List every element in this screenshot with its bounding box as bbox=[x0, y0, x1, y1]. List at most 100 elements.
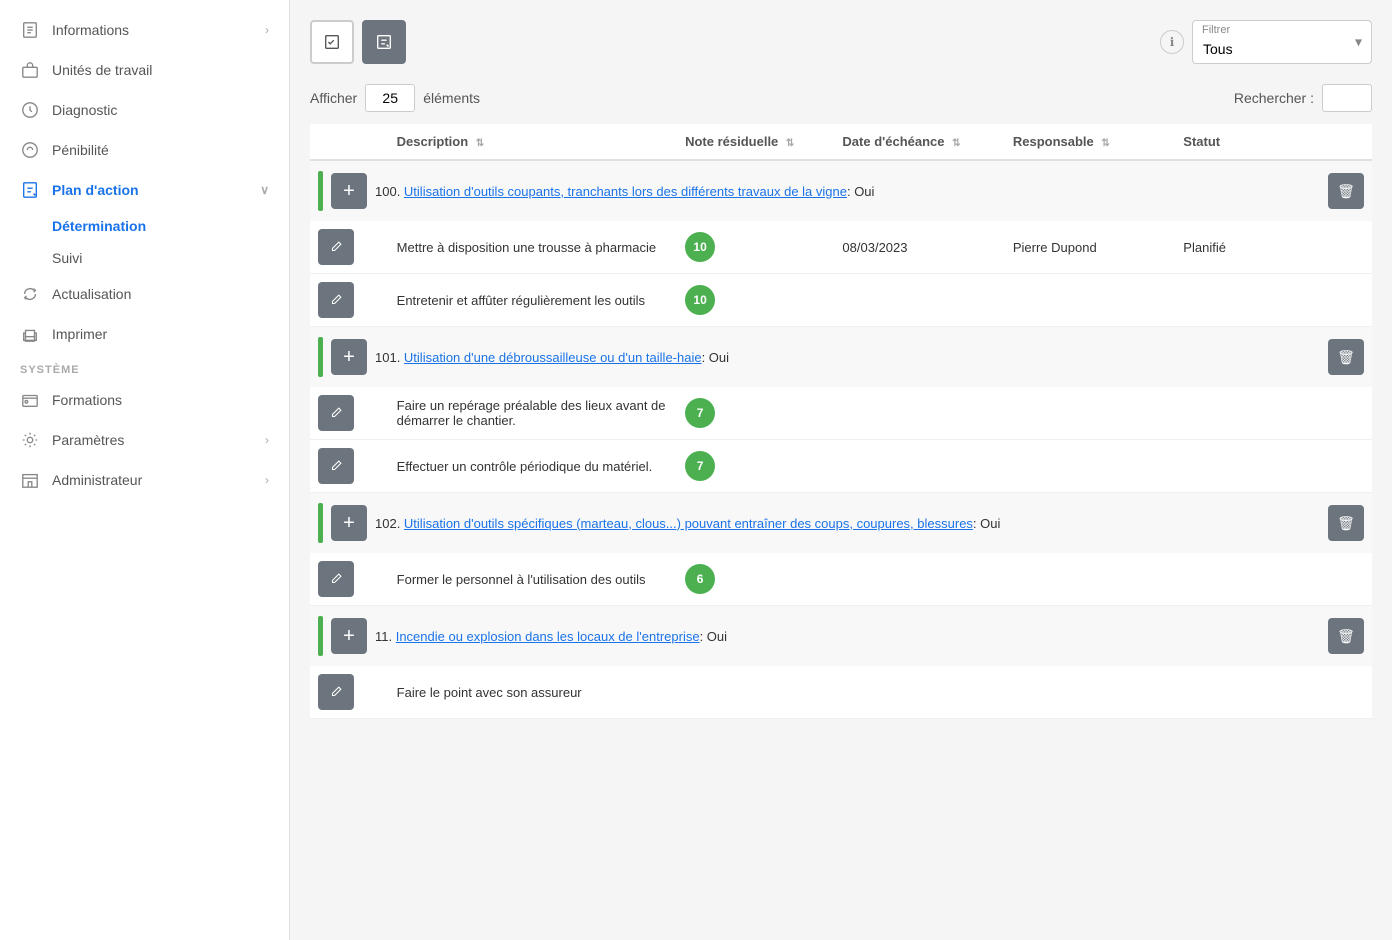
sidebar-item-label: Imprimer bbox=[52, 326, 107, 342]
statut-cell bbox=[1175, 440, 1306, 493]
date-cell bbox=[834, 387, 1004, 440]
description-cell: Faire un repérage préalable des lieux av… bbox=[389, 387, 677, 440]
chevron-down-icon: ∨ bbox=[260, 183, 269, 197]
penibilite-icon bbox=[20, 140, 40, 160]
sidebar-item-imprimer[interactable]: Imprimer bbox=[0, 314, 289, 354]
view-mode-btn-1[interactable] bbox=[310, 20, 354, 64]
diagnostic-icon bbox=[20, 100, 40, 120]
sidebar-item-label: Pénibilité bbox=[52, 142, 109, 158]
score-cell: 7 bbox=[677, 440, 834, 493]
table-header-row: Description ⇅ Note résiduelle ⇅ Date d'é… bbox=[310, 124, 1372, 160]
description-cell: Effectuer un contrôle périodique du maté… bbox=[389, 440, 677, 493]
actions-cell bbox=[1306, 666, 1372, 719]
sidebar-sub-item-determination[interactable]: Détermination bbox=[0, 210, 289, 242]
score-badge: 7 bbox=[685, 451, 715, 481]
date-cell bbox=[834, 666, 1004, 719]
info-icon[interactable]: ℹ bbox=[1160, 30, 1184, 54]
group-link[interactable]: Incendie ou explosion dans les locaux de… bbox=[396, 629, 700, 644]
delete-group-button[interactable]: 🗑 bbox=[1328, 173, 1364, 209]
table-row: Former le personnel à l'utilisation des … bbox=[310, 553, 1372, 606]
edit-row-button[interactable] bbox=[318, 282, 354, 318]
sidebar-item-penibilite[interactable]: Pénibilité bbox=[0, 130, 289, 170]
info-icon-label: ℹ bbox=[1170, 35, 1175, 49]
col-statut-header: Statut bbox=[1175, 124, 1306, 160]
sidebar-item-label: Diagnostic bbox=[52, 102, 117, 118]
delete-group-button[interactable]: 🗑 bbox=[1328, 339, 1364, 375]
sidebar-item-formations[interactable]: Formations bbox=[0, 380, 289, 420]
add-action-button[interactable]: + bbox=[331, 505, 367, 541]
green-bar bbox=[318, 337, 323, 377]
sidebar-item-actualisation[interactable]: Actualisation bbox=[0, 274, 289, 314]
description-cell: Mettre à disposition une trousse à pharm… bbox=[389, 221, 677, 274]
score-cell: 7 bbox=[677, 387, 834, 440]
sidebar-item-label: Administrateur bbox=[52, 472, 142, 488]
sidebar-item-informations[interactable]: Informations › bbox=[0, 10, 289, 50]
actions-cell bbox=[1306, 274, 1372, 327]
responsable-cell bbox=[1005, 274, 1175, 327]
group-link[interactable]: Utilisation d'outils spécifiques (martea… bbox=[404, 516, 973, 531]
col-responsable-header[interactable]: Responsable ⇅ bbox=[1005, 124, 1175, 160]
sidebar-item-label: Paramètres bbox=[52, 432, 124, 448]
col-description-header[interactable]: Description ⇅ bbox=[389, 124, 677, 160]
table-row: Faire un repérage préalable des lieux av… bbox=[310, 387, 1372, 440]
table-row: Entretenir et affûter régulièrement les … bbox=[310, 274, 1372, 327]
col-date-header[interactable]: Date d'échéance ⇅ bbox=[834, 124, 1004, 160]
chevron-right-icon: › bbox=[265, 433, 269, 447]
sidebar-item-administrateur[interactable]: Administrateur › bbox=[0, 460, 289, 500]
actions-cell bbox=[1306, 387, 1372, 440]
sidebar-item-label: Plan d'action bbox=[52, 182, 139, 198]
sidebar-item-unites-de-travail[interactable]: Unités de travail bbox=[0, 50, 289, 90]
chevron-right-icon: › bbox=[265, 23, 269, 37]
statut-cell bbox=[1175, 387, 1306, 440]
responsable-cell bbox=[1005, 387, 1175, 440]
responsable-cell bbox=[1005, 553, 1175, 606]
responsable-cell: Pierre Dupond bbox=[1005, 221, 1175, 274]
data-table: Description ⇅ Note résiduelle ⇅ Date d'é… bbox=[310, 124, 1372, 719]
table-row: +101. Utilisation d'une débroussailleuse… bbox=[310, 327, 1372, 388]
delete-group-button[interactable]: 🗑 bbox=[1328, 618, 1364, 654]
add-action-button[interactable]: + bbox=[331, 618, 367, 654]
delete-group-button[interactable]: 🗑 bbox=[1328, 505, 1364, 541]
sidebar: Informations › Unités de travail Diagnos… bbox=[0, 0, 290, 940]
sidebar-sub-item-suivi[interactable]: Suivi bbox=[0, 242, 289, 274]
col-note-header[interactable]: Note résiduelle ⇅ bbox=[677, 124, 834, 160]
briefcase-icon bbox=[20, 60, 40, 80]
search-label: Rechercher : bbox=[1234, 90, 1314, 106]
sort-icon-description: ⇅ bbox=[476, 138, 484, 149]
date-cell: 08/03/2023 bbox=[834, 221, 1004, 274]
actions-cell bbox=[1306, 553, 1372, 606]
add-action-button[interactable]: + bbox=[331, 339, 367, 375]
edit-row-button[interactable] bbox=[318, 674, 354, 710]
sidebar-item-label: Actualisation bbox=[52, 286, 131, 302]
main-content: ℹ Filtrer Tous Planifié En cours Terminé… bbox=[290, 0, 1392, 940]
col-actions-header bbox=[1306, 124, 1372, 160]
formations-icon bbox=[20, 390, 40, 410]
add-action-button[interactable]: + bbox=[331, 173, 367, 209]
edit-row-button[interactable] bbox=[318, 561, 354, 597]
edit-row-button[interactable] bbox=[318, 448, 354, 484]
responsable-cell bbox=[1005, 666, 1175, 719]
sort-icon-note: ⇅ bbox=[786, 138, 794, 149]
green-bar bbox=[318, 616, 323, 656]
file-icon bbox=[20, 20, 40, 40]
score-badge: 10 bbox=[685, 285, 715, 315]
chevron-right-icon: › bbox=[265, 473, 269, 487]
group-link[interactable]: Utilisation d'une débroussailleuse ou d'… bbox=[404, 350, 702, 365]
score-cell: 10 bbox=[677, 221, 834, 274]
search-input[interactable] bbox=[1322, 84, 1372, 112]
edit-row-button[interactable] bbox=[318, 229, 354, 265]
group-text: 100. Utilisation d'outils coupants, tran… bbox=[375, 184, 1320, 199]
filter-label: Filtrer bbox=[1202, 24, 1230, 36]
sidebar-item-diagnostic[interactable]: Diagnostic bbox=[0, 90, 289, 130]
table-row: +102. Utilisation d'outils spécifiques (… bbox=[310, 493, 1372, 554]
sidebar-item-plan-daction[interactable]: Plan d'action ∨ bbox=[0, 170, 289, 210]
show-count-input[interactable] bbox=[365, 84, 415, 112]
toolbar: ℹ Filtrer Tous Planifié En cours Terminé… bbox=[310, 20, 1372, 64]
edit-row-button[interactable] bbox=[318, 395, 354, 431]
group-link[interactable]: Utilisation d'outils coupants, tranchant… bbox=[404, 184, 847, 199]
group-text: 102. Utilisation d'outils spécifiques (m… bbox=[375, 516, 1320, 531]
view-mode-btn-2[interactable] bbox=[362, 20, 406, 64]
group-text: 101. Utilisation d'une débroussailleuse … bbox=[375, 350, 1320, 365]
sidebar-item-parametres[interactable]: Paramètres › bbox=[0, 420, 289, 460]
description-cell: Former le personnel à l'utilisation des … bbox=[389, 553, 677, 606]
